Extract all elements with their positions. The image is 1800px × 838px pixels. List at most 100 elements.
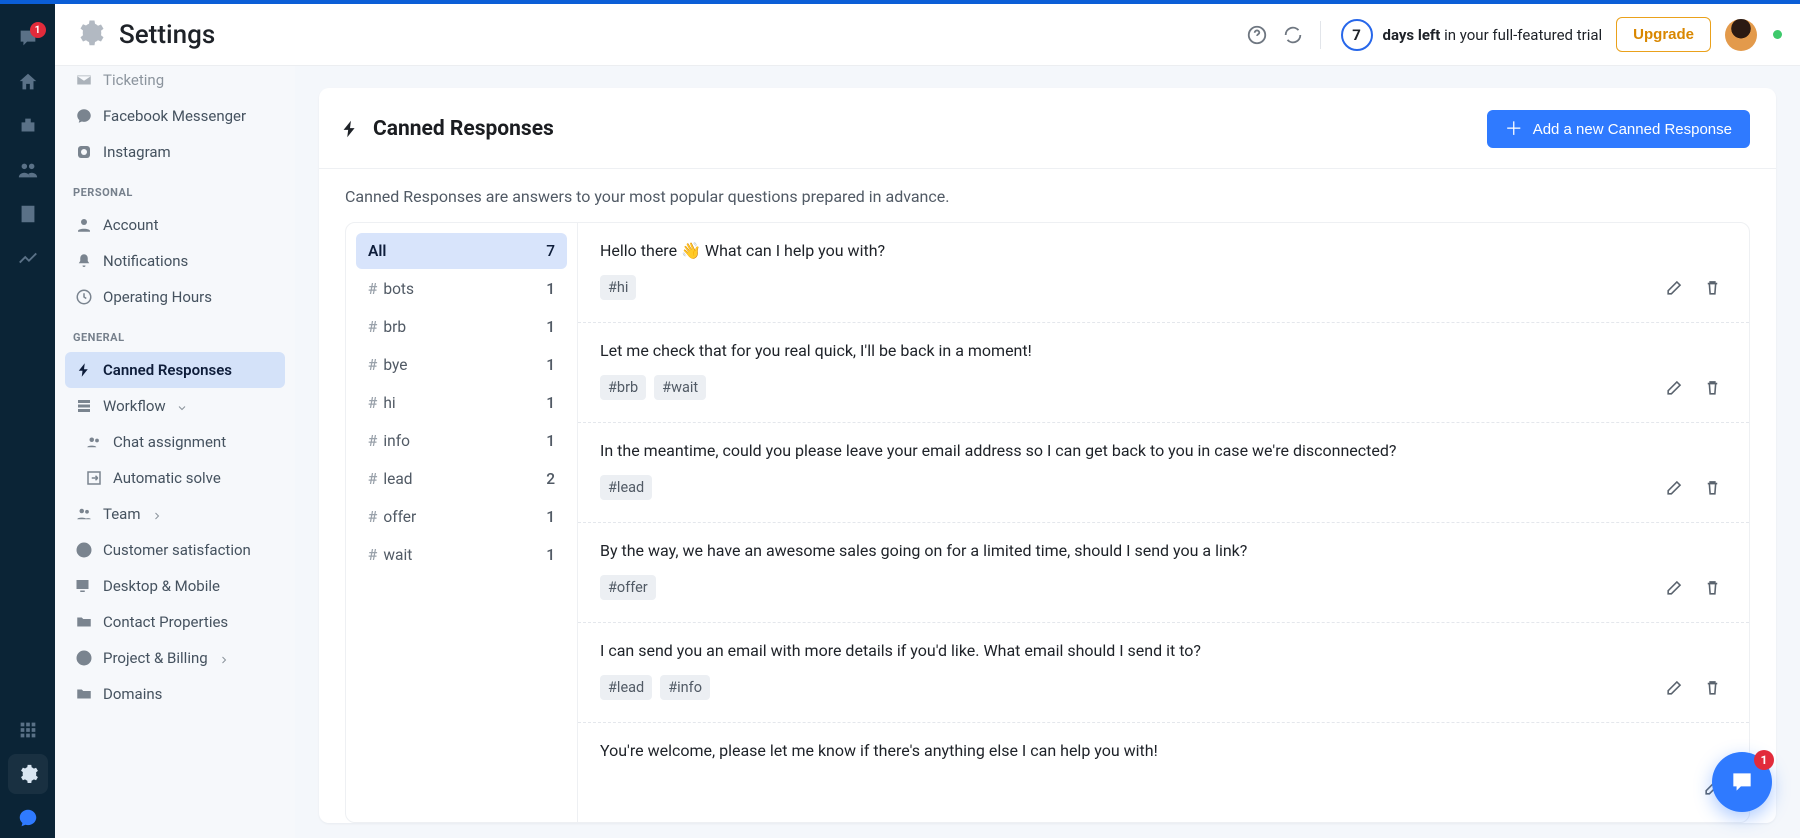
side-item-fbm[interactable]: Facebook Messenger [65, 98, 285, 134]
side-item-chat-assignment[interactable]: Chat assignment [65, 424, 285, 460]
rail-bots[interactable] [8, 106, 48, 146]
section-personal-title: PERSONAL [65, 170, 285, 207]
category-bots[interactable]: #bots1 [356, 271, 567, 307]
delete-button[interactable] [1697, 472, 1727, 502]
help-icon[interactable] [1246, 24, 1268, 46]
response-text: You're welcome, please let me know if th… [600, 741, 1727, 760]
category-bye[interactable]: #bye1 [356, 347, 567, 383]
response-row: Hello there 👋 What can I help you with?#… [578, 223, 1749, 323]
messenger-icon [75, 107, 93, 125]
edit-button[interactable] [1659, 472, 1689, 502]
edit-button[interactable] [1659, 672, 1689, 702]
rail-logo[interactable] [8, 798, 48, 838]
category-offer[interactable]: #offer1 [356, 499, 567, 535]
side-item-canned[interactable]: Canned Responses [65, 352, 285, 388]
response-row: I can send you an email with more detail… [578, 623, 1749, 723]
chat-fab-badge: 1 [1754, 750, 1774, 770]
category-label: offer [383, 508, 416, 526]
side-item-auto-solve[interactable]: Automatic solve [65, 460, 285, 496]
rail-contacts[interactable] [8, 194, 48, 234]
delete-button[interactable] [1697, 572, 1727, 602]
side-item-label: Instagram [103, 143, 171, 161]
side-item-notifications[interactable]: Notifications [65, 243, 285, 279]
category-lead[interactable]: #lead2 [356, 461, 567, 497]
chevron-right-icon [151, 508, 163, 520]
side-item-label: Operating Hours [103, 288, 212, 306]
rail-apps[interactable] [8, 710, 48, 750]
category-hi[interactable]: #hi1 [356, 385, 567, 421]
page-body: Ticketing Facebook Messenger Instagram P… [55, 66, 1800, 838]
gear-icon [75, 18, 105, 52]
refresh-icon[interactable] [1282, 24, 1304, 46]
tag-chip[interactable]: #lead [600, 675, 652, 700]
side-item-account[interactable]: Account [65, 207, 285, 243]
response-text: Let me check that for you real quick, I'… [600, 341, 1727, 360]
folder-icon [75, 685, 93, 703]
page-header: Settings 7 days left in your full-featur… [55, 4, 1800, 66]
side-item-desktop-mobile[interactable]: Desktop & Mobile [65, 568, 285, 604]
plus-icon: ＋ [1505, 120, 1523, 138]
devices-icon [75, 577, 93, 595]
category-wait[interactable]: #wait1 [356, 537, 567, 573]
tag-chip[interactable]: #info [660, 675, 710, 700]
response-row: Let me check that for you real quick, I'… [578, 323, 1749, 423]
category-label: brb [383, 318, 406, 336]
chat-fab[interactable]: 1 [1712, 752, 1772, 812]
category-info[interactable]: #info1 [356, 423, 567, 459]
tag-chip[interactable]: #wait [654, 375, 706, 400]
card-header: Canned Responses ＋ Add a new Canned Resp… [319, 88, 1776, 169]
category-label: wait [383, 546, 412, 564]
side-item-workflow[interactable]: Workflow [65, 388, 285, 424]
delete-button[interactable] [1697, 272, 1727, 302]
category-brb[interactable]: #brb1 [356, 309, 567, 345]
rail-visitors[interactable] [8, 150, 48, 190]
side-item-billing[interactable]: Project & Billing [65, 640, 285, 676]
arrow-box-icon [85, 469, 103, 487]
tag-chip[interactable]: #hi [600, 275, 636, 300]
settings-sidebar: Ticketing Facebook Messenger Instagram P… [55, 66, 295, 838]
rail-analytics[interactable] [8, 238, 48, 278]
category-count: 7 [546, 242, 555, 260]
edit-button[interactable] [1659, 572, 1689, 602]
tag-chip[interactable]: #lead [600, 475, 652, 500]
edit-button[interactable] [1659, 272, 1689, 302]
page-title: Settings [119, 20, 215, 50]
side-item-label: Contact Properties [103, 613, 228, 631]
side-item-label: Desktop & Mobile [103, 577, 220, 595]
rail-settings[interactable] [8, 754, 48, 794]
bell-icon [75, 252, 93, 270]
category-count: 1 [546, 508, 555, 526]
response-row: In the meantime, could you please leave … [578, 423, 1749, 523]
category-count: 1 [546, 394, 555, 412]
trial-indicator: 7 days left in your full-featured trial [1341, 19, 1603, 51]
side-item-csat[interactable]: Customer satisfaction [65, 532, 285, 568]
delete-button[interactable] [1697, 372, 1727, 402]
side-item-contact-props[interactable]: Contact Properties [65, 604, 285, 640]
bolt-icon [75, 361, 93, 379]
side-item-team[interactable]: Team [65, 496, 285, 532]
rail-home[interactable] [8, 62, 48, 102]
side-item-ticketing[interactable]: Ticketing [65, 66, 285, 98]
side-item-domains[interactable]: Domains [65, 676, 285, 712]
categories-column: All 7 #bots1#brb1#bye1#hi1#info1#lead2#o… [346, 223, 578, 822]
avatar[interactable] [1725, 19, 1757, 51]
tag-chip[interactable]: #offer [600, 575, 656, 600]
side-item-hours[interactable]: Operating Hours [65, 279, 285, 315]
tag-chip[interactable]: #brb [600, 375, 646, 400]
response-text: In the meantime, could you please leave … [600, 441, 1727, 460]
upgrade-button[interactable]: Upgrade [1616, 17, 1711, 52]
category-label: All [368, 242, 386, 260]
category-label: hi [383, 394, 395, 412]
category-label: lead [383, 470, 412, 488]
side-item-label: Team [103, 505, 141, 523]
category-label: info [383, 432, 410, 450]
category-all[interactable]: All 7 [356, 233, 567, 269]
presence-indicator [1773, 30, 1782, 39]
delete-button[interactable] [1697, 672, 1727, 702]
hash-icon: # [368, 546, 377, 564]
edit-button[interactable] [1659, 372, 1689, 402]
side-item-instagram[interactable]: Instagram [65, 134, 285, 170]
add-canned-response-button[interactable]: ＋ Add a new Canned Response [1487, 110, 1750, 148]
rail-inbox[interactable]: 1 [8, 18, 48, 58]
instagram-icon [75, 143, 93, 161]
